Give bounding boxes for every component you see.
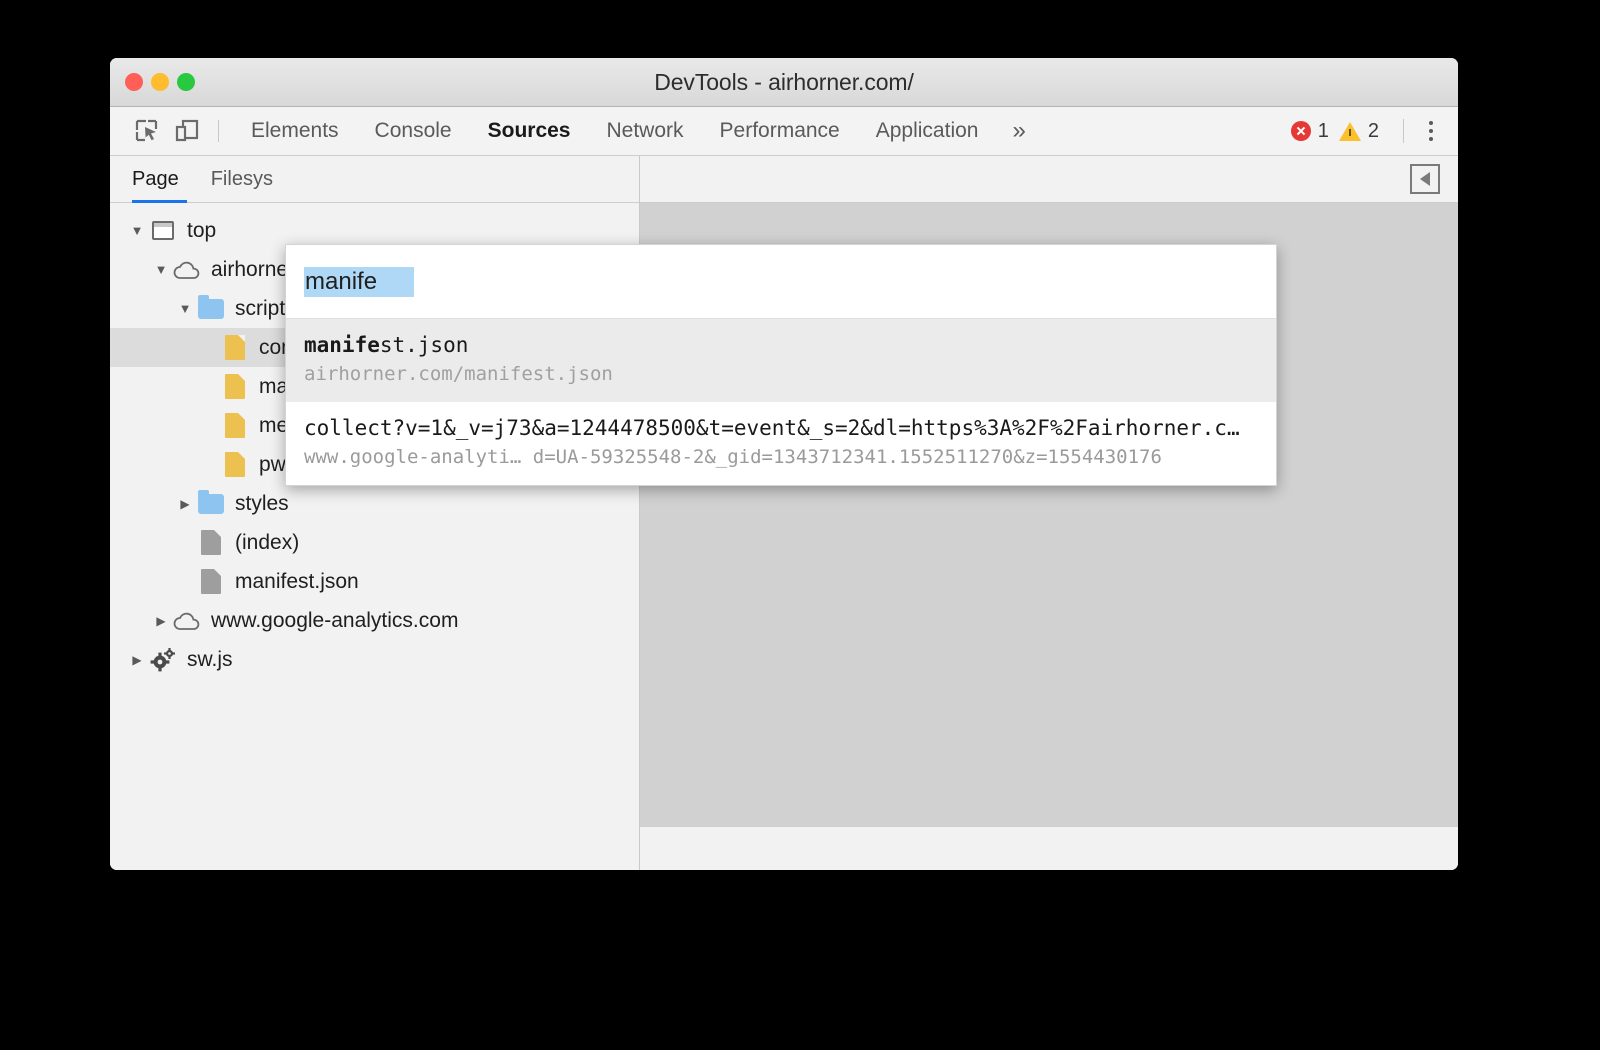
tree-item-label: www.google-analytics.com (211, 608, 459, 632)
tab-console[interactable]: Console (357, 119, 470, 143)
inspect-element-icon[interactable] (130, 114, 164, 148)
tab-performance[interactable]: Performance (702, 119, 858, 143)
toolbar-divider (218, 120, 219, 142)
tree-item-label: (index) (235, 530, 300, 554)
traffic-light-buttons (125, 73, 195, 91)
tree-item-label: manifest.json (235, 569, 359, 593)
error-icon (1290, 121, 1311, 141)
window-titlebar: DevTools - airhorner.com/ (110, 58, 1458, 107)
js-file-icon (220, 374, 250, 399)
toolbar-right-group: 1 2 (1290, 116, 1444, 146)
quick-open-rest-text: st.json (379, 333, 469, 357)
tree-item-index[interactable]: ▶ (index) (110, 523, 639, 562)
twisty-open-icon[interactable]: ▼ (126, 223, 148, 238)
tree-item-styles[interactable]: ▶ styles (110, 484, 639, 523)
tree-item-label: top (187, 218, 217, 242)
cloud-icon (172, 611, 202, 631)
quick-open-result-collect[interactable]: collect?v=1&_v=j73&a=1244478500&t=event&… (286, 402, 1276, 485)
quick-open-result-subtitle: airhorner.com/manifest.json (304, 363, 613, 386)
sources-panel: Page Filesys ▼ top ▼ airhorne ▼ scripts … (110, 156, 1458, 870)
doc-file-icon (196, 569, 226, 594)
tree-item-label: styles (235, 491, 289, 515)
navigator-tab-list: Page Filesys (110, 156, 639, 203)
tab-sources[interactable]: Sources (470, 119, 589, 143)
quick-open-match-text: manife (304, 333, 380, 357)
toolbar-divider-right (1403, 119, 1404, 143)
cloud-icon (172, 260, 202, 280)
quick-open-input[interactable] (304, 266, 414, 297)
nav-tab-page[interactable]: Page (132, 156, 195, 203)
close-button[interactable] (125, 73, 143, 91)
editor-toolbar (640, 156, 1458, 203)
quick-open-result-manifest[interactable]: manifest.json airhorner.com/manifest.jso… (286, 319, 1276, 402)
error-count: 1 (1317, 119, 1329, 142)
tree-item-label: sw.js (187, 647, 233, 671)
quick-open-result-subtitle: www.google-analyti… d=UA-59325548-2&_gid… (304, 446, 1162, 469)
tab-network[interactable]: Network (588, 119, 701, 143)
warning-icon (1338, 121, 1361, 141)
doc-file-icon (196, 530, 226, 555)
tree-item-label: airhorne (211, 257, 289, 281)
js-file-icon (220, 413, 250, 438)
devtools-window: DevTools - airhorner.com/ Elements Conso… (110, 58, 1458, 870)
frame-icon (148, 221, 178, 240)
devtools-root: Elements Console Sources Network Perform… (110, 107, 1458, 870)
warning-count: 2 (1367, 119, 1379, 142)
twisty-closed-icon[interactable]: ▶ (174, 497, 196, 511)
device-toolbar-icon[interactable] (170, 114, 204, 148)
tab-application[interactable]: Application (858, 119, 997, 143)
panel-tab-list: Elements Console Sources Network Perform… (233, 117, 1042, 145)
screen-root: DevTools - airhorner.com/ Elements Conso… (0, 0, 1600, 1050)
error-counter[interactable]: 1 (1290, 119, 1329, 143)
tree-item-sw-js[interactable]: ▶ sw.js (110, 640, 639, 679)
quick-open-results: manifest.json airhorner.com/manifest.jso… (286, 319, 1276, 485)
nav-tab-filesystem[interactable]: Filesys (195, 156, 289, 202)
twisty-closed-icon[interactable]: ▶ (126, 653, 148, 667)
tab-elements[interactable]: Elements (233, 119, 357, 143)
js-file-icon (220, 335, 250, 360)
quick-open-result-title: manifest.json (304, 331, 1258, 359)
kebab-menu-icon[interactable] (1418, 116, 1444, 146)
window-title: DevTools - airhorner.com/ (654, 68, 914, 95)
zoom-button[interactable] (177, 73, 195, 91)
quick-open-rest-text: collect?v=1&_v=j73&a=1244478500&t=event&… (304, 415, 1240, 440)
devtools-main-toolbar: Elements Console Sources Network Perform… (110, 107, 1458, 156)
collapse-sidebar-icon[interactable] (1410, 164, 1440, 194)
quick-open-input-row (286, 245, 1276, 319)
minimize-button[interactable] (151, 73, 169, 91)
folder-icon (196, 489, 226, 514)
quick-open-result-title: collect?v=1&_v=j73&a=1244478500&t=event&… (304, 414, 1258, 442)
more-tabs-button[interactable]: » (996, 117, 1041, 145)
editor-status-bar (640, 826, 1458, 870)
twisty-open-icon[interactable]: ▼ (174, 301, 196, 316)
service-worker-icon (148, 647, 178, 673)
twisty-open-icon[interactable]: ▼ (150, 262, 172, 277)
tree-item-google-analytics[interactable]: ▶ www.google-analytics.com (110, 601, 639, 640)
twisty-closed-icon[interactable]: ▶ (150, 614, 172, 628)
warning-counter[interactable]: 2 (1338, 119, 1379, 143)
js-file-icon (220, 452, 250, 477)
quick-open-dialog: manifest.json airhorner.com/manifest.jso… (285, 244, 1277, 486)
folder-icon (196, 294, 226, 319)
tree-item-manifest-json[interactable]: ▶ manifest.json (110, 562, 639, 601)
